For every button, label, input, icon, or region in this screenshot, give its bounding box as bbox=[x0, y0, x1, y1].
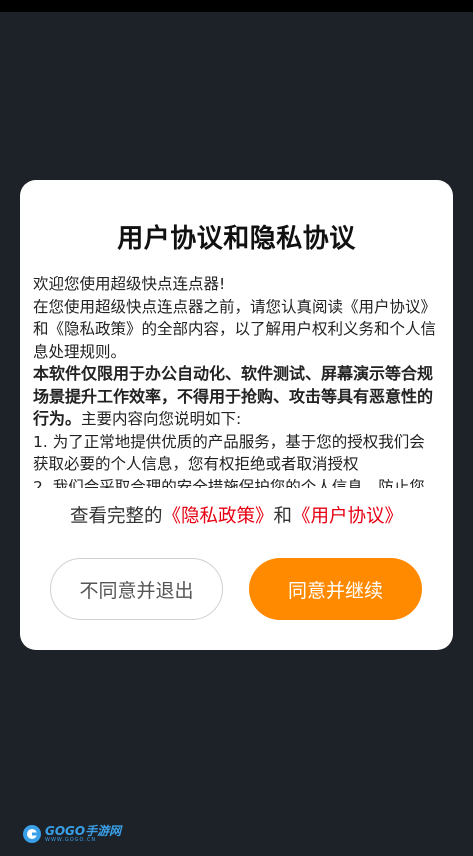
watermark-logo: GOGO手游网 WWW.GOGO.CN bbox=[22, 824, 121, 844]
links-and: 和 bbox=[273, 506, 293, 527]
user-agreement-link[interactable]: 《用户协议》 bbox=[292, 506, 403, 527]
item-2: 2. 我们会采取合理的安全措施保护您的个人信息，防止您的个人信息遭到未经授权的访… bbox=[33, 477, 425, 489]
agreement-text[interactable]: 欢迎您使用超级快点连点器! 在您使用超级快点连点器之前，请您认真阅读《用户协议》… bbox=[33, 273, 440, 488]
policy-links: 查看完整的《隐私政策》和《用户协议》 bbox=[20, 502, 453, 528]
intro-paragraph: 在您使用超级快点连点器之前，请您认真阅读《用户协议》和《隐私政策》的全部内容，以… bbox=[33, 297, 437, 361]
gogo-logo-icon bbox=[23, 825, 41, 843]
welcome-line: 欢迎您使用超级快点连点器! bbox=[33, 275, 226, 293]
status-bar bbox=[0, 0, 473, 12]
item-1: 1. 为了正常地提供优质的产品服务，基于您的授权我们会获取必要的个人信息，您有权… bbox=[33, 432, 425, 474]
links-prefix: 查看完整的 bbox=[69, 506, 163, 527]
watermark-brand: GOGO手游网 bbox=[45, 824, 122, 838]
agreement-dialog: 用户协议和隐私协议 欢迎您使用超级快点连点器! 在您使用超级快点连点器之前，请您… bbox=[20, 180, 453, 650]
compliance-paragraph: 本软件仅限用于办公自动化、软件测试、屏幕演示等合规场景提升工作效率，不得用于抢购… bbox=[33, 363, 440, 431]
agree-continue-button[interactable]: 同意并继续 bbox=[249, 558, 422, 620]
decline-exit-button[interactable]: 不同意并退出 bbox=[50, 558, 223, 620]
summary-lead: 主要内容向您说明如下: bbox=[81, 410, 242, 428]
privacy-policy-link[interactable]: 《隐私政策》 bbox=[162, 506, 273, 527]
dialog-title: 用户协议和隐私协议 bbox=[117, 224, 356, 254]
